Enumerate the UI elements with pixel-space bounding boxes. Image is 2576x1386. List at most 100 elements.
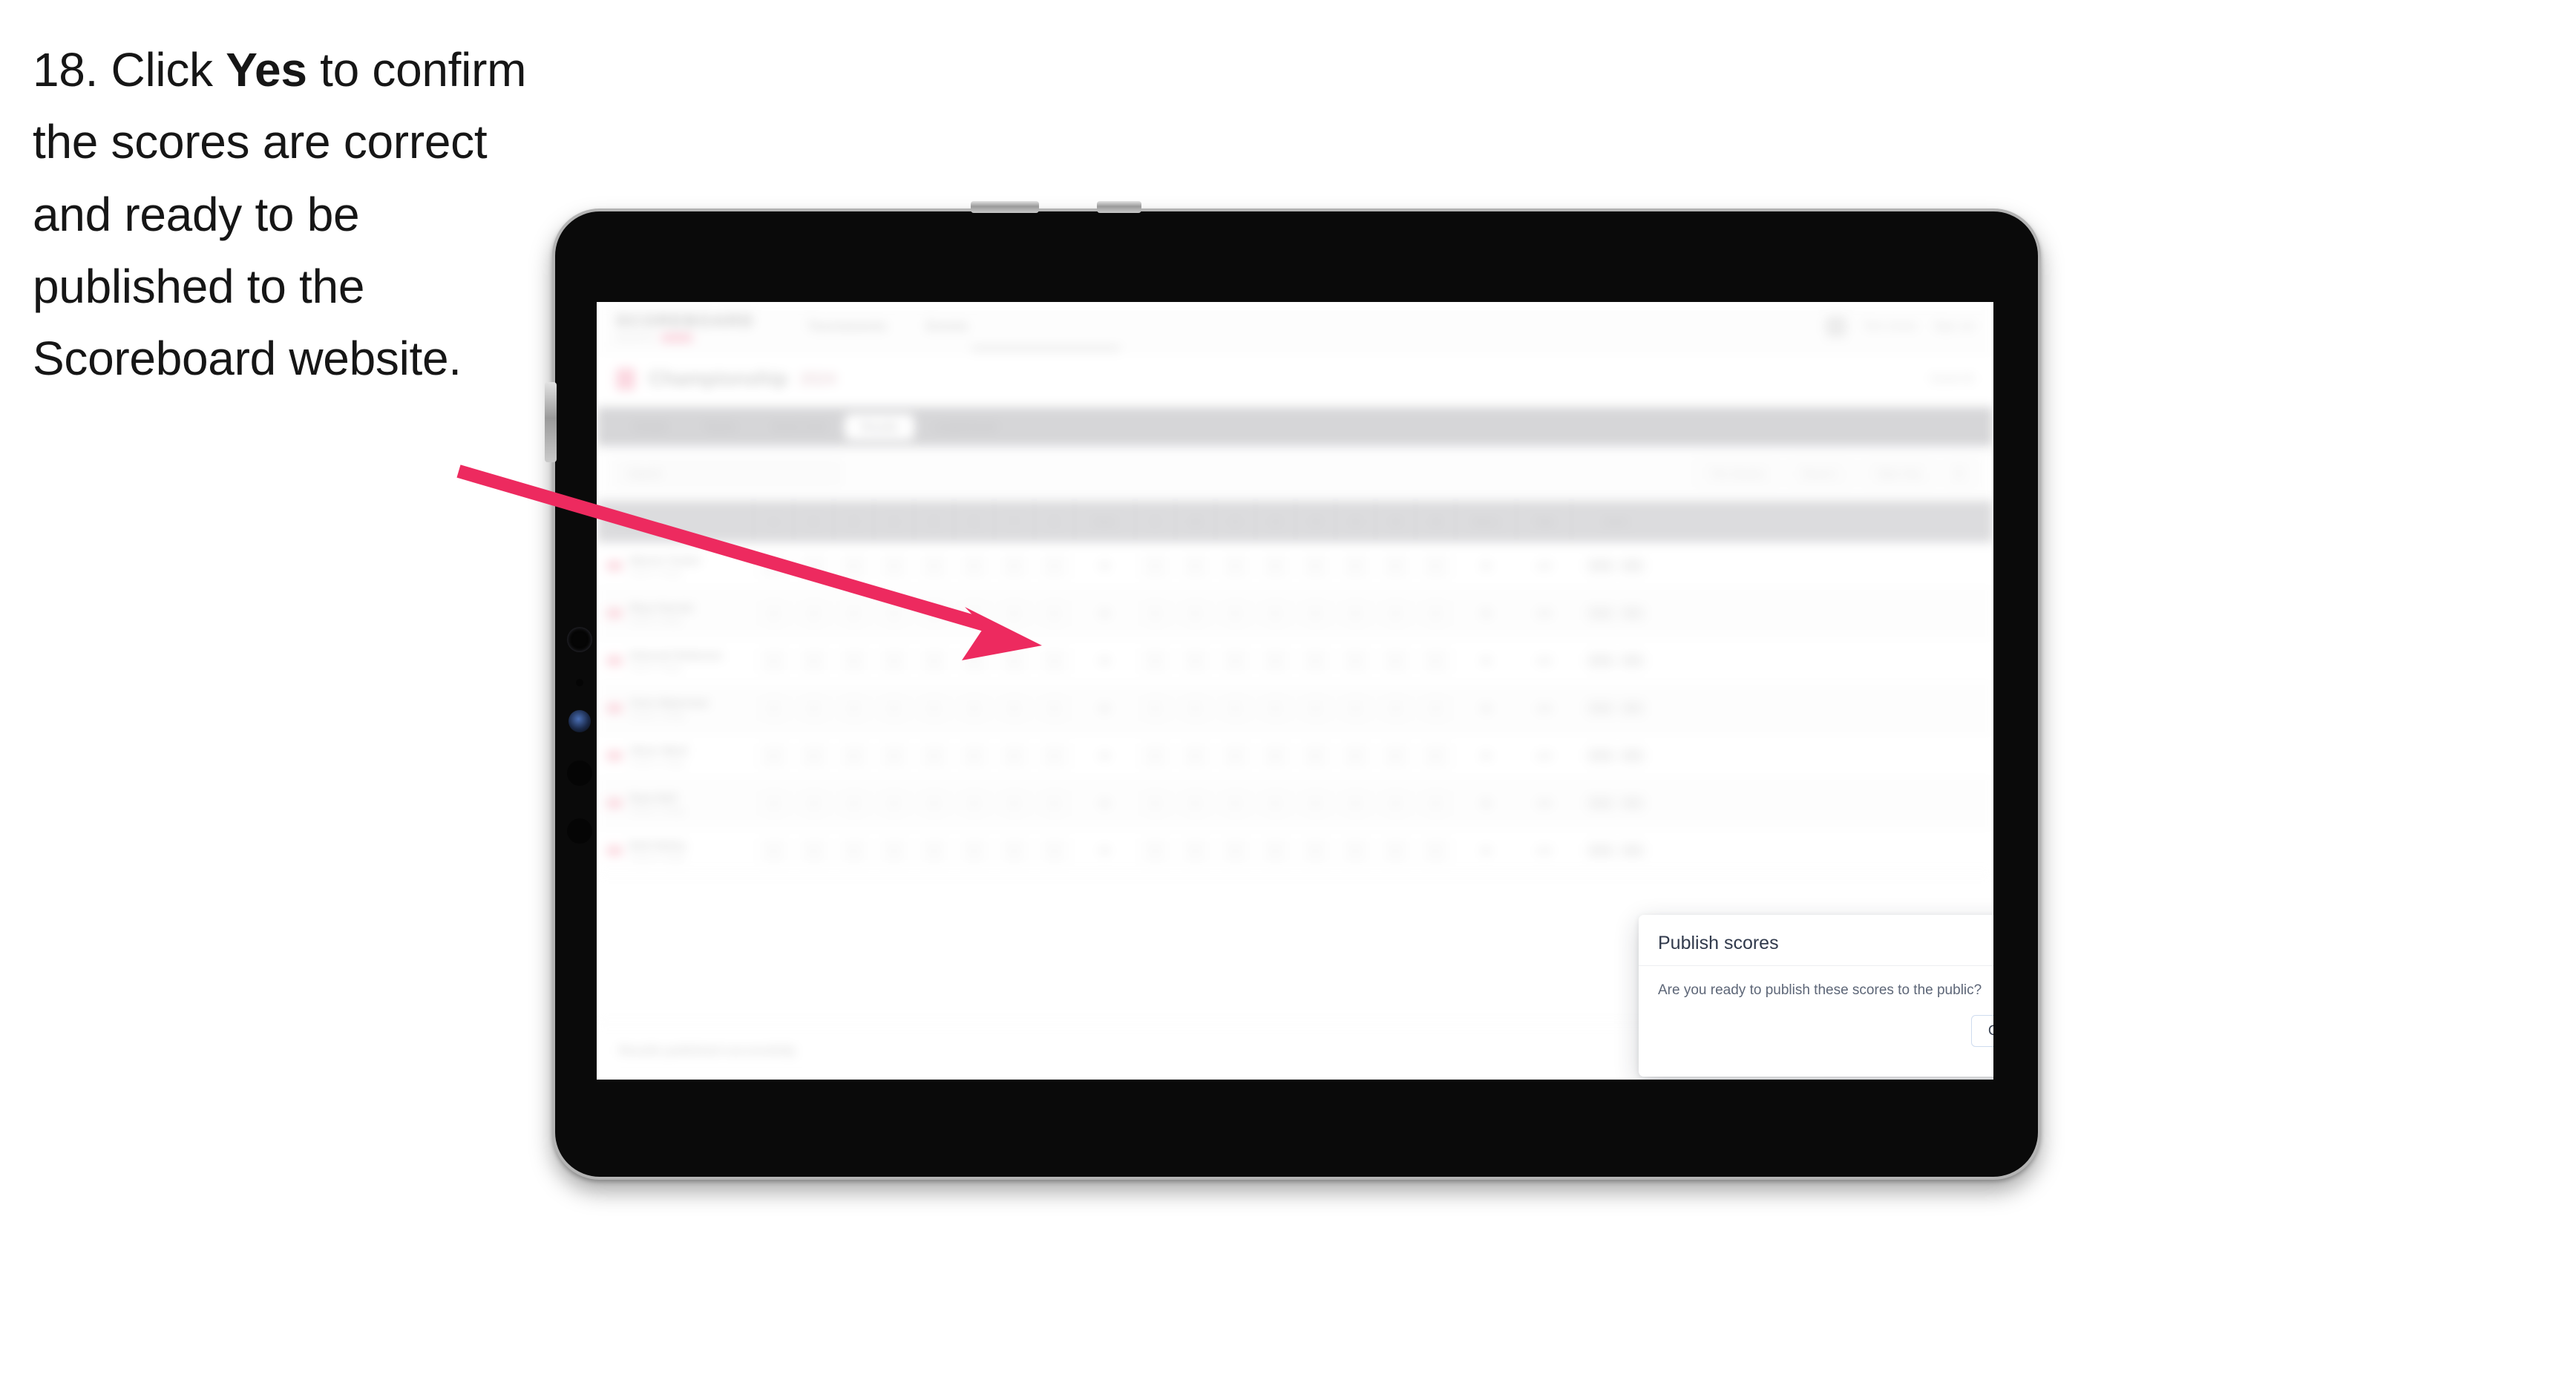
score-cell-14[interactable]: 0 [1336,590,1376,637]
score-cell-2[interactable]: 0 [794,685,834,732]
nav-item-events[interactable]: Events [927,319,969,334]
score-input[interactable]: 0 [1143,554,1167,578]
score-cell-16[interactable]: 0 [1416,827,1456,874]
score-cell-11[interactable]: 0 [1216,637,1256,684]
score-input[interactable]: 0 [1143,648,1167,673]
score-cell-1[interactable]: 0 [754,827,794,874]
score-cell-8[interactable]: 0 [1035,685,1075,732]
score-cell-8[interactable]: 0 [1035,542,1075,589]
score-cell-15[interactable]: 0 [1376,637,1416,684]
score-input[interactable]: 0 [1223,791,1248,815]
score-cell-13[interactable]: 0 [1296,542,1336,589]
score-cell-3[interactable]: 0 [834,780,874,827]
score-input[interactable]: 0 [1002,838,1026,863]
action-badge[interactable]: Edit [1619,843,1645,858]
score-cell-6[interactable]: 0 [954,827,994,874]
score-input[interactable]: 0 [1143,838,1167,863]
score-cell-8[interactable]: 0 [1035,590,1075,637]
score-cell-4[interactable]: 0 [874,732,914,779]
score-cell-9[interactable]: 0 [1135,590,1176,637]
score-cell-16[interactable]: 0 [1416,542,1456,589]
score-cell-5[interactable]: 0 [914,685,954,732]
score-input[interactable]: 0 [1042,554,1066,578]
score-cell-3[interactable]: 0 [834,685,874,732]
score-input[interactable]: 0 [1303,601,1328,625]
score-input[interactable]: 0 [1263,791,1288,815]
score-cell-11[interactable]: 0 [1216,780,1256,827]
score-input[interactable]: 0 [962,838,986,863]
action-badge[interactable]: Edit [1619,700,1645,716]
score-input[interactable]: 0 [1223,648,1248,673]
score-input[interactable]: 0 [1263,743,1288,768]
score-input[interactable]: 0 [1183,648,1207,673]
score-input[interactable]: 0 [1263,554,1288,578]
score-input[interactable]: 0 [1042,743,1066,768]
score-cell-14[interactable]: 0 [1336,732,1376,779]
cancel-button[interactable]: Cancel [1970,1015,1993,1047]
score-cell-9[interactable]: 0 [1135,542,1176,589]
score-cell-14[interactable]: 0 [1336,685,1376,732]
score-input[interactable]: 0 [882,648,906,673]
score-input[interactable]: 0 [1002,696,1026,720]
score-cell-10[interactable]: 0 [1176,685,1216,732]
score-cell-12[interactable]: 0 [1256,732,1296,779]
score-cell-16[interactable]: 0 [1416,590,1456,637]
table-row[interactable]: Ryan Bell Northern College 0 0 0 0 0 0 0 0 96 0 0 0 0 0… [597,780,1993,827]
score-input[interactable]: 0 [1223,601,1248,625]
score-input[interactable]: 0 [802,791,826,815]
score-cell-13[interactable]: 0 [1296,780,1336,827]
action-badge[interactable]: Edit [1619,748,1645,763]
action-badge[interactable]: View [1587,605,1615,621]
score-input[interactable]: 0 [1303,554,1328,578]
action-badge[interactable]: Edit [1619,653,1645,669]
score-cell-15[interactable]: 0 [1376,685,1416,732]
score-cell-6[interactable]: 0 [954,732,994,779]
score-input[interactable]: 0 [922,648,946,673]
score-input[interactable]: 0 [1042,791,1066,815]
score-cell-8[interactable]: 0 [1035,637,1075,684]
score-input[interactable]: 0 [1383,554,1408,578]
score-cell-12[interactable]: 0 [1256,780,1296,827]
score-input[interactable]: 0 [1423,554,1448,578]
score-cell-8[interactable]: 0 [1035,827,1075,874]
score-cell-5[interactable]: 0 [914,590,954,637]
score-cell-12[interactable]: 0 [1256,685,1296,732]
score-input[interactable]: 0 [1223,554,1248,578]
score-cell-13[interactable]: 0 [1296,732,1336,779]
score-input[interactable]: 0 [1143,743,1167,768]
score-cell-1[interactable]: 0 [754,590,794,637]
score-input[interactable]: 0 [1343,791,1368,815]
score-cell-16[interactable]: 0 [1416,637,1456,684]
score-cell-5[interactable]: 0 [914,827,954,874]
score-cell-2[interactable]: 0 [794,732,834,779]
score-input[interactable]: 0 [1303,791,1328,815]
action-badge[interactable]: Edit [1619,795,1645,811]
score-input[interactable]: 0 [761,554,786,578]
score-cell-9[interactable]: 0 [1135,637,1176,684]
score-cell-3[interactable]: 0 [834,590,874,637]
score-input[interactable]: 0 [962,648,986,673]
score-cell-1[interactable]: 0 [754,542,794,589]
table-row[interactable]: Warren Tucker Eastern College 0 0 0 0 0 0 0 0 96 0 0… [597,542,1993,590]
score-input[interactable]: 0 [842,791,866,815]
score-input[interactable]: 0 [1383,743,1408,768]
score-input[interactable]: 0 [1303,696,1328,720]
score-cell-13[interactable]: 0 [1296,637,1336,684]
score-input[interactable]: 0 [802,554,826,578]
score-input[interactable]: 0 [882,696,906,720]
score-cell-16[interactable]: 0 [1416,732,1456,779]
score-cell-1[interactable]: 0 [754,732,794,779]
power-button[interactable] [545,382,557,462]
score-input[interactable]: 0 [1183,791,1207,815]
sign-out-link[interactable]: Sign out [1933,320,1974,332]
score-cell-5[interactable]: 0 [914,780,954,827]
score-input[interactable]: 0 [1042,601,1066,625]
action-badge[interactable]: View [1587,558,1615,574]
score-input[interactable]: 0 [1303,838,1328,863]
action-badge[interactable]: View [1587,843,1615,858]
score-input[interactable]: 0 [1383,838,1408,863]
score-input[interactable]: 0 [882,838,906,863]
score-input[interactable]: 0 [842,696,866,720]
score-input[interactable]: 0 [761,601,786,625]
score-input[interactable]: 0 [1343,648,1368,673]
